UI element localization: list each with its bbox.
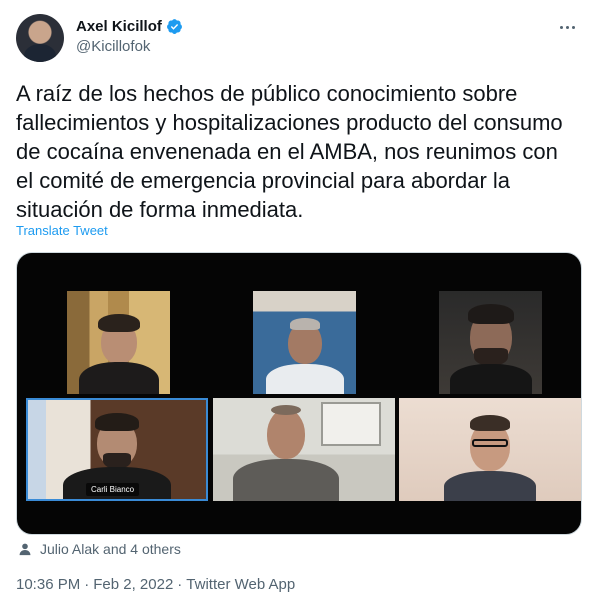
verified-badge-icon	[166, 19, 182, 34]
more-options-icon[interactable]	[555, 18, 579, 36]
tweet-header: Axel Kicillof @Kicillofok	[16, 14, 583, 64]
participant-figure	[231, 403, 341, 501]
author-handle[interactable]: @Kicillofok	[76, 38, 183, 55]
meta-separator: ·	[84, 576, 90, 593]
video-tile-5	[213, 398, 395, 501]
tweet-source[interactable]: Twitter Web App	[186, 576, 295, 593]
video-tile-3	[439, 291, 542, 394]
participant-figure	[260, 318, 350, 394]
liked-by-row[interactable]: Julio Alak and 4 others	[18, 541, 181, 557]
participant-name-label: Carli Bianco	[86, 483, 140, 496]
video-tile-1	[67, 291, 170, 394]
translate-tweet-link[interactable]: Translate Tweet	[16, 223, 108, 238]
tweet-media-video-call[interactable]: Carli Bianco	[16, 252, 582, 535]
tweet-text: A raíz de los hechos de público conocimi…	[16, 81, 563, 222]
author-name-row: Axel Kicillof	[76, 18, 183, 35]
participant-figure	[74, 314, 164, 394]
more-dot	[559, 25, 563, 29]
liked-by-text[interactable]: Julio Alak and 4 others	[40, 541, 181, 557]
meta-separator: ·	[177, 576, 183, 593]
author-avatar[interactable]	[16, 14, 64, 62]
more-dot	[571, 25, 575, 29]
participant-figure	[446, 300, 536, 394]
participant-glasses	[472, 439, 508, 447]
video-tile-6	[399, 398, 581, 501]
participant-figure	[440, 415, 540, 501]
more-dot	[565, 25, 569, 29]
video-tile-2	[253, 291, 356, 394]
tweet-time[interactable]: 10:36 PM	[16, 576, 80, 593]
person-icon	[19, 543, 31, 556]
tweet-timestamp-row: 10:36 PM · Feb 2, 2022 · Twitter Web App	[16, 576, 295, 593]
tweet-date[interactable]: Feb 2, 2022	[93, 576, 173, 593]
author-name-block: Axel Kicillof @Kicillofok	[76, 18, 183, 55]
author-display-name[interactable]: Axel Kicillof	[76, 18, 162, 35]
video-tile-4-active: Carli Bianco	[26, 398, 208, 501]
